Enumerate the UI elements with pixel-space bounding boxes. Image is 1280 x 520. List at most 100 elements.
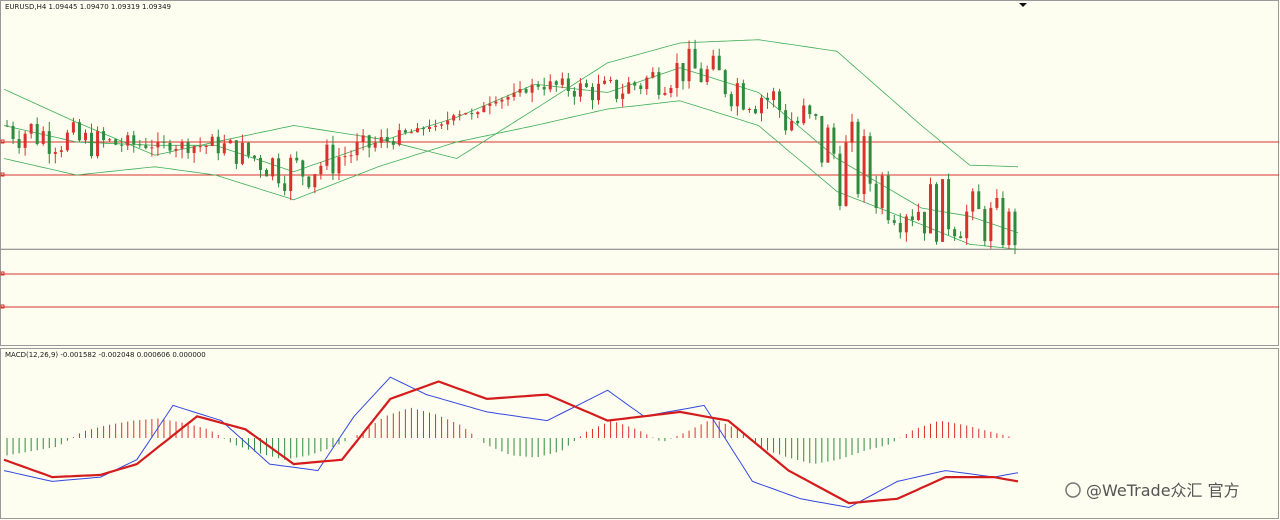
candle-body [693, 48, 697, 69]
candle-body [35, 123, 39, 144]
candle-body [114, 139, 118, 145]
candle-body [699, 68, 703, 83]
watermark-text: @WeTrade众汇 官方 [1086, 481, 1240, 500]
candle-body [597, 83, 601, 101]
candle-body [874, 183, 878, 209]
candle-body [916, 211, 920, 221]
candle-body [349, 155, 353, 157]
watermark: @WeTrade众汇 官方 [1065, 481, 1240, 500]
candle-body [669, 87, 673, 93]
candle-body [862, 136, 866, 195]
candle-body [458, 114, 462, 116]
candle-body [476, 112, 480, 115]
candle-body [83, 132, 87, 141]
candle-body [210, 136, 214, 146]
candle-body [186, 141, 190, 153]
candle-body [609, 79, 613, 81]
chart-background [0, 0, 1280, 520]
candle-body [856, 121, 860, 195]
candle-body [578, 83, 582, 97]
candle-body [379, 137, 383, 143]
candle-body [17, 139, 21, 148]
candle-body [464, 113, 468, 115]
candle-body [373, 142, 377, 148]
candle-body [259, 157, 263, 170]
candle-body [126, 135, 130, 146]
candle-body [868, 136, 872, 184]
candle-body [542, 86, 546, 90]
candle-body [150, 147, 154, 149]
candle-body [808, 105, 812, 115]
candle-body [735, 83, 739, 107]
candle-body [584, 83, 588, 87]
candle-body [959, 236, 963, 239]
candle-body [711, 55, 715, 70]
candle-body [941, 179, 945, 242]
candle-body [361, 135, 365, 143]
candle-body [898, 222, 902, 233]
candle-body [766, 97, 770, 101]
candle-body [910, 216, 914, 221]
candle-body [391, 141, 395, 145]
candle-body [645, 77, 649, 90]
candle-body [234, 140, 238, 164]
candle-body [331, 144, 335, 174]
candle-body [753, 109, 757, 114]
candle-body [102, 131, 106, 141]
candle-body [488, 103, 492, 106]
candle-body [832, 127, 836, 154]
candle-body [500, 99, 504, 102]
candle-body [90, 132, 94, 157]
candle-body [518, 89, 522, 93]
candle-body [446, 120, 450, 125]
candle-body [506, 96, 510, 100]
candle-body [216, 136, 220, 154]
candle-body [796, 120, 800, 124]
candle-body [880, 175, 884, 209]
candle-body [470, 113, 474, 115]
candle-body [681, 63, 685, 82]
candle-body [494, 101, 498, 104]
candle-body [47, 131, 51, 154]
candle-body [814, 114, 818, 116]
candle-body [995, 198, 999, 208]
candle-body [723, 70, 727, 95]
candle-body [452, 115, 456, 121]
candle-body [228, 140, 232, 144]
candle-body [512, 92, 516, 97]
candle-body [904, 216, 908, 233]
candle-body [168, 142, 172, 151]
candle-body [790, 120, 794, 131]
candle-body [301, 160, 305, 177]
candle-body [983, 209, 987, 242]
candle-body [566, 78, 570, 92]
candle-body [802, 105, 806, 124]
candle-body [108, 139, 112, 141]
candle-body [627, 82, 631, 94]
candle-body [675, 63, 679, 88]
candle-body [246, 142, 250, 156]
candle-body [1007, 211, 1011, 246]
candle-body [482, 105, 486, 113]
candle-body [198, 146, 202, 148]
candle-body [192, 146, 196, 153]
candle-body [705, 69, 709, 83]
candle-body [687, 48, 691, 82]
candle-body [277, 158, 281, 184]
candle-body [337, 156, 341, 174]
candle-body [850, 121, 854, 143]
candle-body [59, 150, 63, 152]
trading-chart[interactable]: EURUSD,H4 1.09445 1.09470 1.09319 1.0934… [0, 0, 1280, 520]
candle-body [892, 220, 896, 223]
candle-body [1001, 198, 1005, 246]
candle-body [947, 179, 951, 230]
candle-body [621, 93, 625, 99]
candle-body [71, 122, 75, 133]
candle-body [633, 82, 637, 86]
candle-body [759, 97, 763, 114]
candle-body [560, 78, 564, 85]
candle-body [409, 132, 413, 134]
candle-body [283, 183, 287, 192]
candle-body [289, 157, 293, 192]
candle-body [96, 131, 100, 157]
